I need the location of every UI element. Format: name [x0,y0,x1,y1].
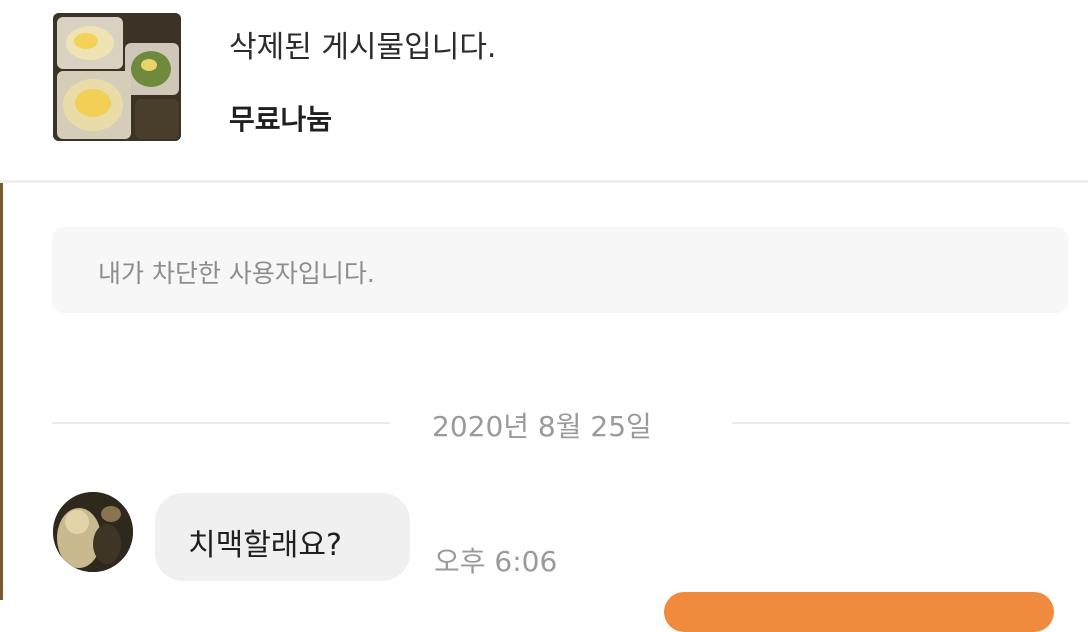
blocked-user-text: 내가 차단한 사용자입니다. [98,259,375,288]
message-timestamp: 오후 6:06 [434,545,558,578]
product-title: 삭제된 게시물입니다. [229,30,497,65]
outgoing-message-bubble[interactable] [664,592,1054,632]
date-divider-line-left [52,422,390,424]
message-text: 치맥할래요? [188,528,342,563]
message-bubble[interactable]: 치맥할래요? [155,493,410,581]
date-separator: 2020년 8월 25일 [432,410,652,443]
product-header[interactable]: 삭제된 게시물입니다. 무료나눔 [0,0,1088,182]
sender-avatar[interactable] [53,492,133,572]
product-thumbnail[interactable] [53,13,181,141]
product-price: 무료나눔 [229,103,333,136]
header-divider [0,180,1088,183]
date-divider-line-right [732,422,1070,424]
avatar-photo-image [53,492,133,572]
blocked-user-notice: 내가 차단한 사용자입니다. [52,227,1068,313]
product-photo-image [53,13,181,141]
